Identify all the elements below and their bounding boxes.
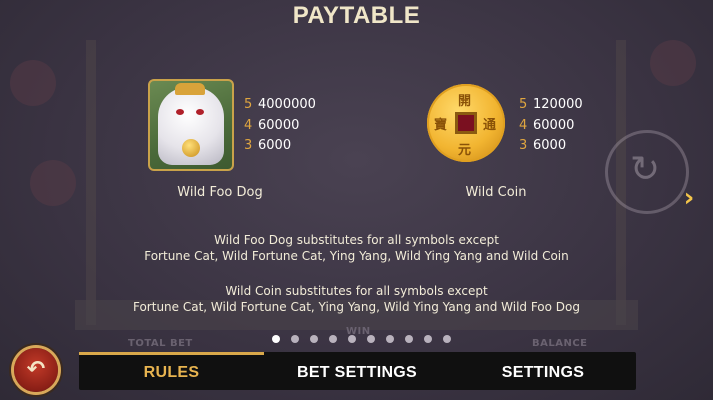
back-arrow-icon[interactable]: ↶ (14, 348, 58, 392)
pay-row: 5 120000 (519, 95, 583, 116)
pay-amount: 6000 (533, 138, 567, 153)
foo-dog-eye (196, 109, 204, 115)
coin-icon: 開 元 寶 通 (427, 84, 505, 162)
description-line: Wild Foo Dog substitutes for all symbols… (214, 233, 499, 247)
description-line: Wild Coin substitutes for all symbols ex… (225, 284, 488, 298)
pagination-dot[interactable] (405, 335, 413, 343)
pagination-dot[interactable] (291, 335, 299, 343)
coin-glyph: 寶 (434, 118, 448, 133)
pay-count: 5 (244, 97, 253, 112)
foo-dog-icon (148, 79, 234, 171)
menu-bar: RULES BET SETTINGS SETTINGS (79, 352, 636, 390)
pay-amount: 120000 (533, 97, 583, 112)
pagination-dot[interactable] (424, 335, 432, 343)
background-flower (30, 160, 76, 206)
foo-dog-description: Wild Foo Dog substitutes for all symbols… (80, 232, 633, 264)
pagination-dot[interactable] (272, 335, 280, 343)
pay-amount: 4000000 (258, 97, 316, 112)
coin-glyph: 通 (483, 118, 497, 133)
pagination-dot[interactable] (367, 335, 375, 343)
game-background: TOTAL BET WIN BALANCE (0, 0, 713, 400)
coin-label: Wild Coin (465, 185, 527, 200)
pay-amount: 60000 (258, 117, 300, 133)
coin-description: Wild Coin substitutes for all symbols ex… (80, 283, 633, 315)
pagination-dot[interactable] (348, 335, 356, 343)
tab-rules[interactable]: RULES (79, 352, 264, 390)
pagination-dot[interactable] (329, 335, 337, 343)
coin-paytable: 5 120000 4 60000 3 6000 (519, 95, 583, 157)
coin-hole (455, 112, 477, 134)
pay-count: 5 (519, 97, 528, 112)
description-line: Fortune Cat, Wild Fortune Cat, Ying Yang… (132, 300, 581, 314)
pay-row: 4 60000 (519, 116, 583, 137)
pay-row: 3 6000 (244, 136, 316, 157)
pay-row: 3 6000 (519, 136, 583, 157)
page-title: PAYTABLE (292, 2, 421, 29)
pagination-dot[interactable] (443, 335, 451, 343)
foo-dog-ball (182, 139, 200, 157)
pagination-dot[interactable] (310, 335, 318, 343)
spin-button-background: ↻ (605, 130, 689, 214)
balance-label: BALANCE (532, 338, 588, 349)
pay-count: 4 (244, 117, 253, 133)
pay-amount: 6000 (258, 138, 292, 153)
foo-dog-crown (175, 83, 205, 95)
background-flower (10, 60, 56, 106)
coin-glyph: 元 (458, 143, 472, 158)
foo-dog-eye (176, 109, 184, 115)
pay-row: 4 60000 (244, 116, 316, 137)
description-line: Fortune Cat, Wild Fortune Cat, Ying Yang… (144, 249, 569, 263)
pay-count: 3 (244, 138, 253, 153)
total-bet-label: TOTAL BET (128, 338, 193, 349)
pagination-dot[interactable] (386, 335, 394, 343)
pay-row: 5 4000000 (244, 95, 316, 116)
background-flower (650, 40, 696, 86)
tab-settings[interactable]: SETTINGS (450, 352, 636, 390)
pay-amount: 60000 (533, 117, 575, 133)
pay-count: 4 (519, 117, 528, 133)
foo-dog-paytable: 5 4000000 4 60000 3 6000 (244, 95, 316, 157)
coin-glyph: 開 (458, 94, 472, 109)
tab-bet-settings[interactable]: BET SETTINGS (264, 352, 450, 390)
foo-dog-label: Wild Foo Dog (177, 185, 263, 200)
chevron-right-icon[interactable]: › (679, 184, 699, 212)
pay-count: 3 (519, 138, 528, 153)
